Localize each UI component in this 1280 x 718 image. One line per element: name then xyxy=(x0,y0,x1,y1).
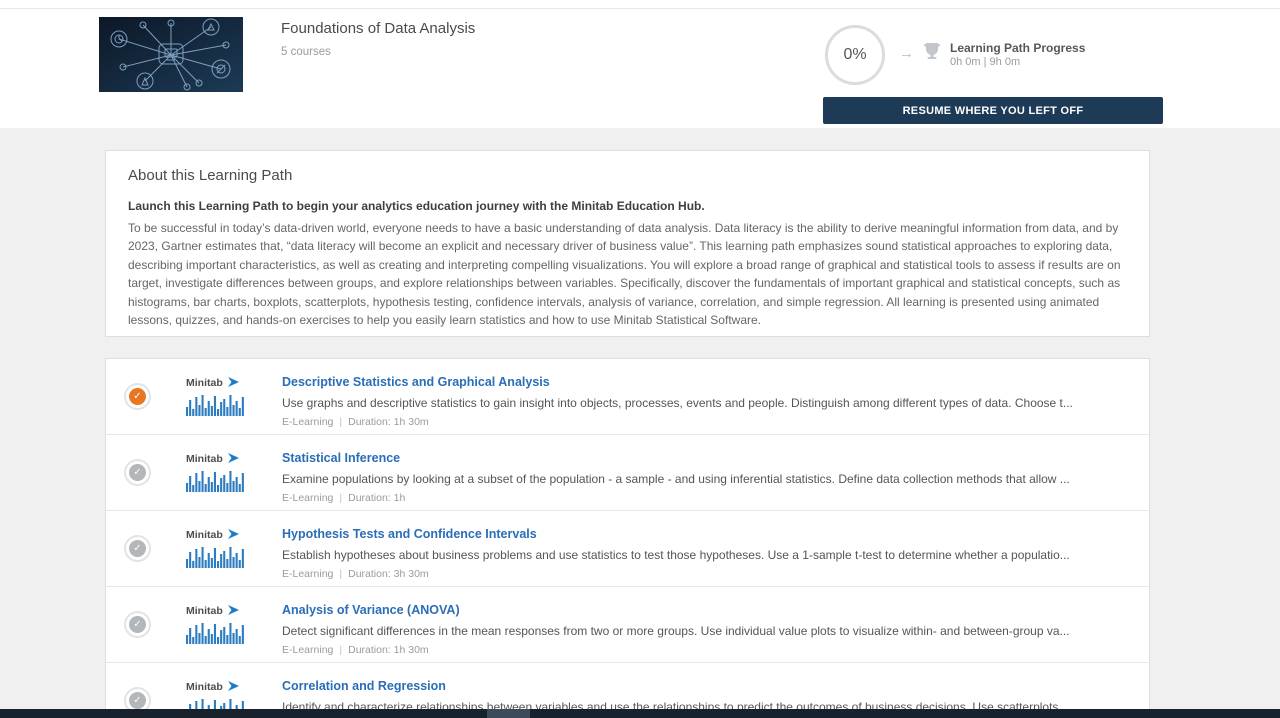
resume-button[interactable]: RESUME WHERE YOU LEFT OFF xyxy=(823,97,1163,124)
about-card: About this Learning Path Launch this Lea… xyxy=(105,150,1150,337)
progress-time: 0h 0m | 9h 0m xyxy=(950,56,1020,68)
check-icon: ✓ xyxy=(129,616,146,633)
minitab-logo: Minitab xyxy=(186,373,248,421)
minitab-logo: Minitab xyxy=(186,601,248,649)
course-title-link[interactable]: Analysis of Variance (ANOVA) xyxy=(282,603,460,617)
course-type: E-Learning xyxy=(282,568,333,580)
course-meta: E-Learning | Duration: 1h xyxy=(282,492,1135,504)
course-status-icon: ✓ xyxy=(124,383,151,410)
progress-percent: 0% xyxy=(843,46,866,64)
minitab-wordmark: Minitab xyxy=(186,681,223,693)
minitab-logo: Minitab xyxy=(186,449,248,497)
meta-separator: | xyxy=(339,416,342,428)
page-title: Foundations of Data Analysis xyxy=(281,20,475,37)
check-icon: ✓ xyxy=(129,692,146,709)
course-title-link[interactable]: Correlation and Regression xyxy=(282,679,446,693)
minitab-chevron-icon xyxy=(228,605,239,615)
about-heading: About this Learning Path xyxy=(128,167,1127,184)
course-row[interactable]: ✓ Minitab Statistical Inference Examine … xyxy=(106,435,1149,511)
course-status-icon: ✓ xyxy=(124,611,151,638)
meta-separator: | xyxy=(339,492,342,504)
trophy-icon xyxy=(922,42,942,65)
course-count: 5 courses xyxy=(281,46,331,58)
course-list: ✓ Minitab Descriptive Statistics and Gra… xyxy=(105,358,1150,718)
meta-separator: | xyxy=(339,568,342,580)
check-icon: ✓ xyxy=(129,540,146,557)
course-title-link[interactable]: Hypothesis Tests and Confidence Interval… xyxy=(282,527,537,541)
course-title-link[interactable]: Statistical Inference xyxy=(282,451,400,465)
course-text: Statistical Inference Examine population… xyxy=(282,449,1135,504)
course-text: Descriptive Statistics and Graphical Ana… xyxy=(282,373,1135,428)
course-description: Establish hypotheses about business prob… xyxy=(282,548,1135,562)
course-type: E-Learning xyxy=(282,492,333,504)
minitab-wordmark: Minitab xyxy=(186,529,223,541)
about-intro: Launch this Learning Path to begin your … xyxy=(128,199,1127,213)
course-text: Hypothesis Tests and Confidence Interval… xyxy=(282,525,1135,580)
minitab-chevron-icon xyxy=(228,453,239,463)
logo-bars-icon xyxy=(186,469,246,493)
course-meta: E-Learning | Duration: 3h 30m xyxy=(282,568,1135,580)
course-text: Analysis of Variance (ANOVA) Detect sign… xyxy=(282,601,1135,656)
header-divider xyxy=(0,8,1280,9)
course-title-link[interactable]: Descriptive Statistics and Graphical Ana… xyxy=(282,375,550,389)
course-status-icon: ✓ xyxy=(124,459,151,486)
minitab-chevron-icon xyxy=(228,681,239,691)
scrollbar-thumb[interactable] xyxy=(487,709,530,718)
progress-circle: 0% xyxy=(825,25,885,85)
course-type: E-Learning xyxy=(282,416,333,428)
course-status-icon: ✓ xyxy=(124,535,151,562)
progress-label: Learning Path Progress xyxy=(950,41,1085,55)
logo-bars-icon xyxy=(186,621,246,645)
minitab-wordmark: Minitab xyxy=(186,453,223,465)
check-icon: ✓ xyxy=(129,388,146,405)
course-meta: E-Learning | Duration: 1h 30m xyxy=(282,416,1135,428)
course-duration: Duration: 1h xyxy=(348,492,405,504)
minitab-chevron-icon xyxy=(228,377,239,387)
about-body: To be successful in today’s data-driven … xyxy=(128,219,1127,329)
course-duration: Duration: 3h 30m xyxy=(348,568,429,580)
course-description: Detect significant differences in the me… xyxy=(282,624,1135,638)
course-description: Examine populations by looking at a subs… xyxy=(282,472,1135,486)
learning-path-header: Foundations of Data Analysis 5 courses 0… xyxy=(0,0,1280,128)
minitab-wordmark: Minitab xyxy=(186,377,223,389)
logo-bars-icon xyxy=(186,393,246,417)
learning-path-thumbnail xyxy=(99,17,243,92)
meta-separator: | xyxy=(339,644,342,656)
course-duration: Duration: 1h 30m xyxy=(348,644,429,656)
arrow-icon: → xyxy=(899,45,914,62)
learning-path-page: Foundations of Data Analysis 5 courses 0… xyxy=(0,0,1280,718)
course-description: Use graphs and descriptive statistics to… xyxy=(282,396,1135,410)
course-row[interactable]: ✓ Minitab Analysis of Variance (ANOVA) D… xyxy=(106,587,1149,663)
course-meta: E-Learning | Duration: 1h 30m xyxy=(282,644,1135,656)
check-icon: ✓ xyxy=(129,464,146,481)
course-row[interactable]: ✓ Minitab Descriptive Statistics and Gra… xyxy=(106,359,1149,435)
bottom-window-bar xyxy=(0,709,1280,718)
logo-bars-icon xyxy=(186,545,246,569)
course-duration: Duration: 1h 30m xyxy=(348,416,429,428)
course-row[interactable]: ✓ Minitab Hypothesis Tests and Confidenc… xyxy=(106,511,1149,587)
minitab-logo: Minitab xyxy=(186,525,248,573)
minitab-chevron-icon xyxy=(228,529,239,539)
course-type: E-Learning xyxy=(282,644,333,656)
minitab-wordmark: Minitab xyxy=(186,605,223,617)
